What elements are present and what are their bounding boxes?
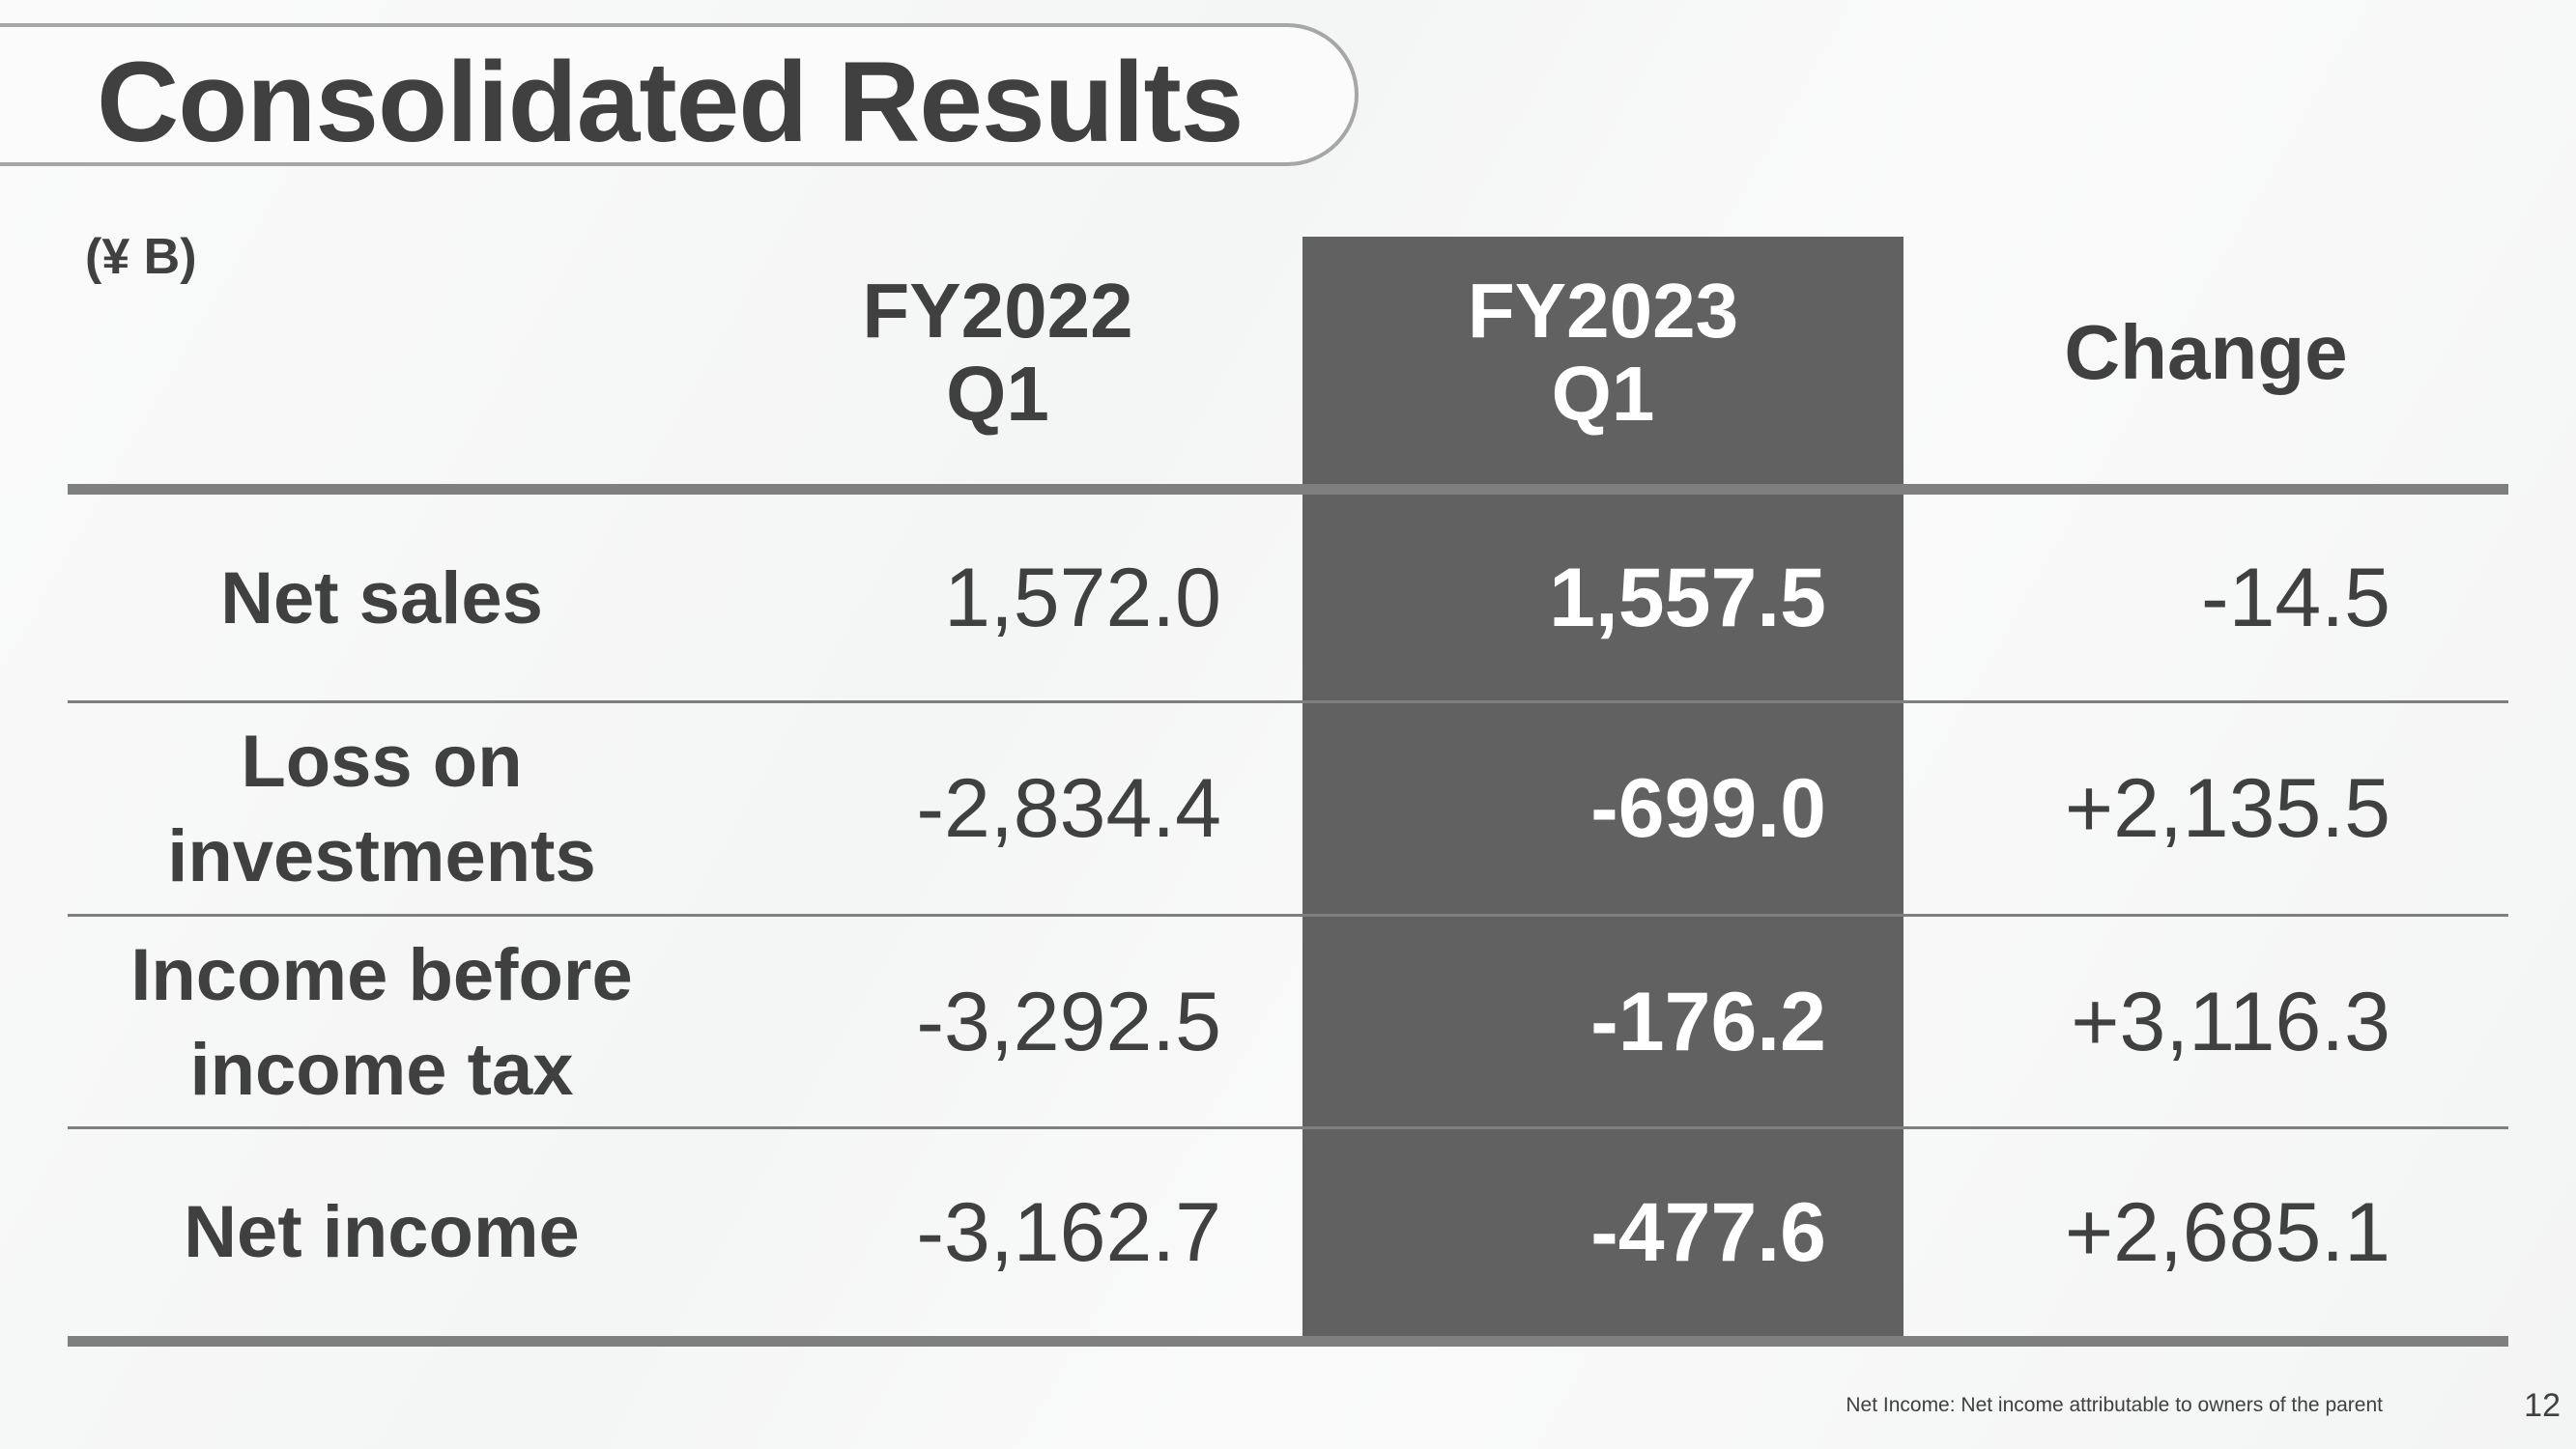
column-header-line1: Change — [2064, 309, 2348, 395]
row-label-line1: Income before — [130, 933, 633, 1016]
cell-fy2022-q1: 1,572.0 — [944, 552, 1221, 644]
cell-change: +2,135.5 — [2064, 762, 2390, 855]
row-label-line1: Net income — [184, 1191, 580, 1273]
column-header-line2: Q1 — [946, 351, 1049, 437]
cell-fy2022-q1: -3,162.7 — [916, 1185, 1221, 1279]
table-row-net-sales: Net sales 1,572.0 1,557.5 -14.5 — [68, 495, 2508, 702]
row-label: Net income — [68, 1185, 696, 1280]
column-header-change: Change — [1903, 266, 2508, 440]
column-header-line1: FY2023 — [1467, 268, 1739, 354]
page-number: 12 — [2524, 1387, 2561, 1424]
column-header-line2: Q1 — [1551, 351, 1655, 437]
column-header-line1: FY2022 — [862, 268, 1133, 354]
cell-change: +2,685.1 — [2064, 1185, 2390, 1279]
cell-fy2023-q1: 1,557.5 — [1549, 552, 1826, 644]
row-label-line2: investments — [167, 814, 596, 897]
table-row-loss-on-investments: Loss on investments -2,834.4 -699.0 +2,1… — [68, 703, 2508, 915]
row-label: Net sales — [68, 552, 696, 646]
cell-fy2023-q1: -176.2 — [1590, 976, 1826, 1068]
column-header-fy2023-q1: FY2023 Q1 — [1302, 266, 1903, 440]
cell-change: +3,116.3 — [2071, 976, 2390, 1068]
row-label: Loss on investments — [68, 715, 696, 904]
table-row-income-before-tax: Income before income tax -3,292.5 -176.2… — [68, 917, 2508, 1128]
cell-change: -14.5 — [2200, 552, 2390, 644]
cell-fy2023-q1: -699.0 — [1590, 762, 1826, 855]
footnote: Net Income: Net income attributable to o… — [1846, 1394, 2383, 1416]
cell-fy2022-q1: -3,292.5 — [916, 976, 1221, 1068]
cell-fy2022-q1: -2,834.4 — [916, 762, 1221, 855]
cell-fy2023-q1: -477.6 — [1590, 1185, 1826, 1279]
table-row-net-income: Net income -3,162.7 -477.6 +2,685.1 — [68, 1129, 2508, 1336]
row-label: Income before income tax — [68, 928, 696, 1118]
row-label-line2: income tax — [189, 1028, 574, 1111]
header-rule — [68, 484, 2508, 495]
table-bottom-rule — [68, 1336, 2508, 1347]
slide-title: Consolidated Results — [97, 39, 1244, 166]
row-label-line1: Net sales — [220, 556, 543, 639]
row-label-line1: Loss on — [241, 720, 523, 803]
unit-label: (¥ B) — [85, 229, 197, 285]
column-header-fy2022-q1: FY2022 Q1 — [715, 266, 1280, 440]
